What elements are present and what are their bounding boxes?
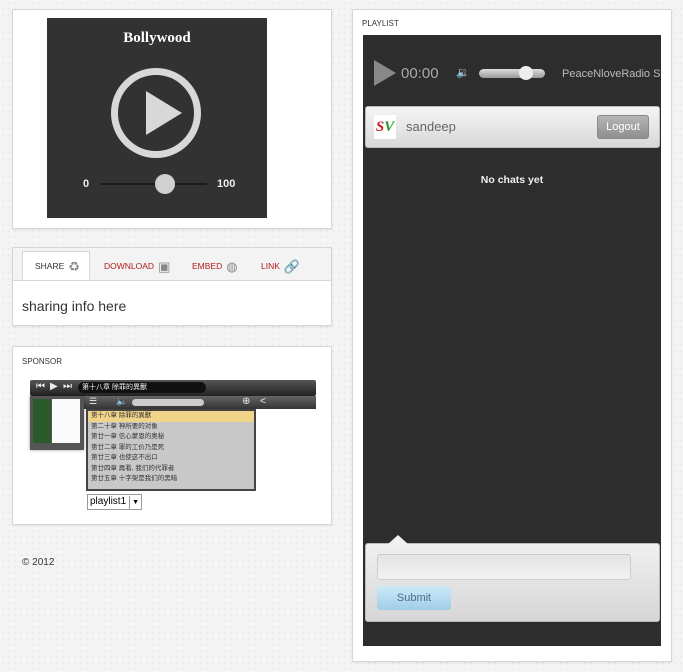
- recycle-icon: ♻: [68, 258, 80, 274]
- speaker-icon[interactable]: 🔈: [116, 396, 127, 407]
- logout-button[interactable]: Logout: [597, 115, 649, 139]
- tab-embed-label: EMBED: [192, 261, 223, 271]
- username: sandeep: [406, 119, 456, 134]
- tab-download[interactable]: DOWNLOAD ▣: [104, 252, 184, 280]
- play-button[interactable]: [111, 68, 201, 158]
- list-item[interactable]: 第廿一章 信心蒙恩的奥秘: [88, 432, 254, 443]
- track-list[interactable]: 第十八章 除罪的異獸 第二十章 神所要的对象 第廿一章 信心蒙恩的奥秘 第廿二章 罪的…: [86, 409, 256, 491]
- playlist-select-value: playlist1: [90, 496, 127, 507]
- film-icon: ▣: [158, 258, 171, 274]
- tab-link-label: LINK: [261, 261, 280, 271]
- notch: [388, 535, 408, 544]
- mini-volume-slider[interactable]: [132, 399, 204, 406]
- playlist-panel: PLAYLIST 00:00 🔉 PeaceNloveRadio S SV sa…: [352, 9, 672, 662]
- chat-area: 00:00 🔉 PeaceNloveRadio S SV sandeep Log…: [363, 35, 661, 646]
- station-title: Bollywood: [123, 30, 191, 46]
- list-item[interactable]: 第十八章 除罪的異獸: [88, 411, 254, 422]
- site-logo: SV: [374, 115, 396, 139]
- volume-min-label: 0: [83, 178, 90, 190]
- playlist-heading: PLAYLIST: [362, 19, 399, 28]
- tab-link[interactable]: LINK 🔗: [261, 252, 311, 280]
- radio-play-button[interactable]: [374, 60, 396, 86]
- chevron-down-icon: ▼: [129, 496, 139, 510]
- share-content: sharing info here: [22, 298, 127, 314]
- tab-embed[interactable]: EMBED ◍: [192, 252, 252, 280]
- radio-player-panel: Bollywood 0 100: [12, 9, 332, 229]
- copyright: © 2012: [22, 557, 55, 568]
- radio-bar: 00:00 🔉 PeaceNloveRadio S: [363, 57, 661, 93]
- chat-input-box: Submit: [365, 535, 660, 622]
- chain-link-icon: 🔗: [283, 258, 301, 274]
- next-icon[interactable]: ⏭: [63, 381, 72, 392]
- play-icon[interactable]: ▶: [50, 381, 58, 392]
- radio-volume-handle[interactable]: [518, 66, 533, 80]
- globe-icon: ◍: [226, 258, 238, 274]
- radio-station-name: PeaceNloveRadio S: [562, 68, 661, 80]
- list-icon[interactable]: ☰: [89, 396, 97, 407]
- volume-slider[interactable]: [101, 174, 207, 194]
- list-item[interactable]: 第廿五章 十字架是我们的黑暗: [88, 474, 254, 485]
- sponsor-panel: SPONSOR ⏮ ▶ ⏭ 第十八章 除罪的異獸 ☰ 🔈 ⊕ < 第十八章 除罪…: [12, 346, 332, 525]
- share-tabbar: SHARE ♻ DOWNLOAD ▣ EMBED ◍ LINK 🔗: [13, 248, 331, 281]
- album-cover: [30, 396, 84, 450]
- share-panel: SHARE ♻ DOWNLOAD ▣ EMBED ◍ LINK 🔗 sharing in…: [12, 247, 332, 326]
- list-item[interactable]: 第廿四章 再看, 我们的代罪者: [88, 464, 254, 475]
- radio-volume-slider[interactable]: [479, 66, 545, 80]
- list-item[interactable]: 第廿三章 也使这不出口: [88, 453, 254, 464]
- tab-download-label: DOWNLOAD: [104, 261, 155, 271]
- radio-player: Bollywood 0 100: [47, 18, 267, 218]
- previous-icon[interactable]: ⏮: [36, 381, 45, 392]
- add-icon[interactable]: ⊕: [242, 396, 250, 407]
- tab-share[interactable]: SHARE ♻: [22, 251, 90, 280]
- share-icon[interactable]: <: [260, 396, 266, 407]
- speaker-icon[interactable]: 🔉: [456, 66, 470, 79]
- volume-max-label: 100: [217, 178, 236, 190]
- list-item[interactable]: 第二十章 神所要的对象: [88, 422, 254, 433]
- empty-chat-message: No chats yet: [480, 174, 544, 186]
- user-bar: SV sandeep Logout: [365, 106, 660, 148]
- tab-share-label: SHARE: [35, 261, 65, 271]
- submit-button[interactable]: Submit: [377, 586, 451, 610]
- message-input[interactable]: [377, 554, 631, 580]
- now-playing-title: 第十八章 除罪的異獸: [78, 382, 206, 393]
- playlist-select[interactable]: playlist1 ▼: [87, 494, 143, 510]
- volume-slider-handle[interactable]: [154, 174, 175, 194]
- mini-player-bar: ⏮ ▶ ⏭ 第十八章 除罪的異獸: [30, 380, 316, 396]
- radio-time: 00:00: [401, 65, 439, 82]
- list-item[interactable]: 第廿二章 罪的工价乃是死: [88, 443, 254, 454]
- play-icon: [146, 91, 182, 135]
- sponsor-heading: SPONSOR: [22, 357, 63, 366]
